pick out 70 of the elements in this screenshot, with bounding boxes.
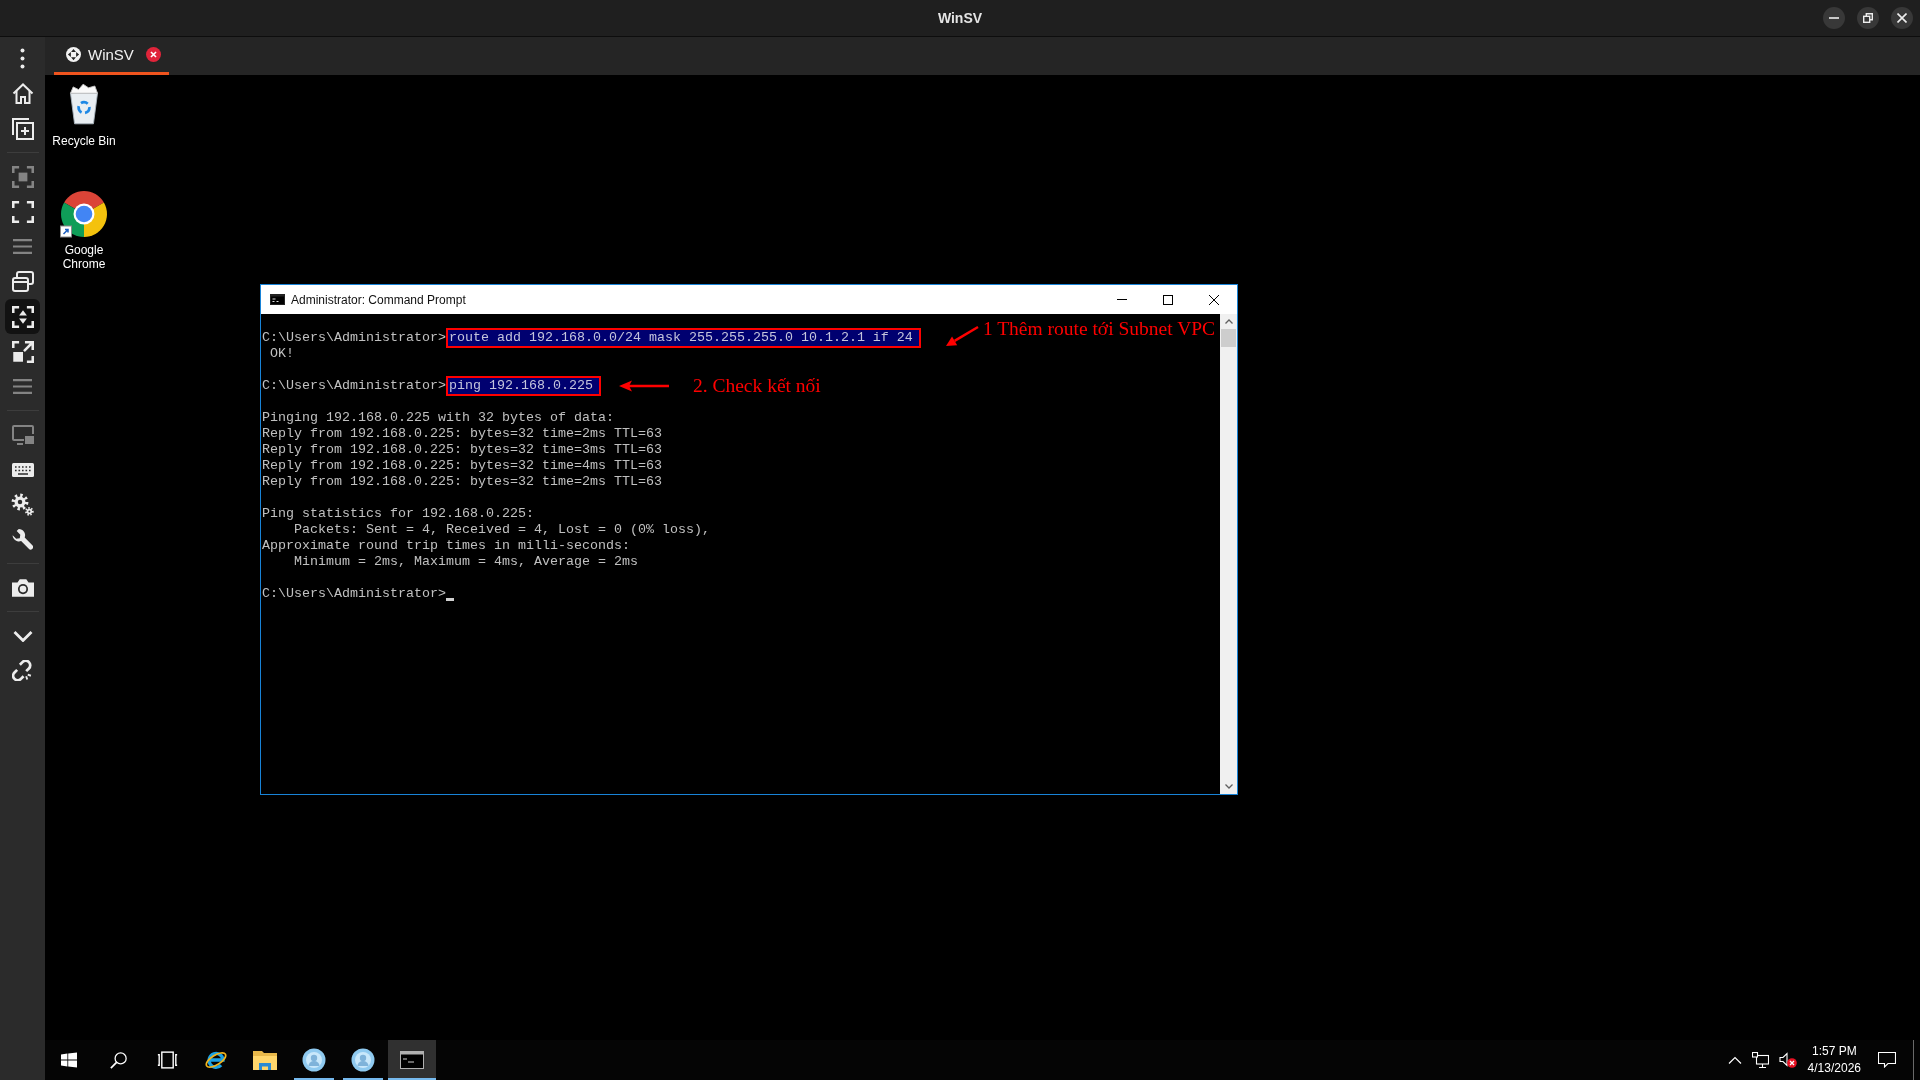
display-icon xyxy=(11,424,34,445)
console-text: Minimum = 2ms, Maximum = 4ms, Average = 2ms xyxy=(293,554,638,570)
notification-icon[interactable] xyxy=(1878,1052,1896,1068)
prompt-text: C:\Users\Administrator> xyxy=(262,586,446,602)
console-text: Reply from 192.168.0.225: bytes=32 time=2ms TTL=63 xyxy=(262,426,662,442)
vertical-scrollbar[interactable] xyxy=(1220,314,1237,794)
round-app-icon xyxy=(351,1048,375,1072)
expand-icon xyxy=(11,340,34,363)
taskbar-app-button[interactable] xyxy=(388,1040,436,1080)
fit-screen-icon xyxy=(11,305,34,328)
network-icon[interactable] xyxy=(1751,1052,1769,1068)
minimize-icon xyxy=(1117,299,1127,300)
keyboard-icon xyxy=(11,462,34,477)
console-text: OK! xyxy=(269,346,294,362)
speaker-muted-icon[interactable] xyxy=(1778,1052,1797,1068)
console-text: Approximate round trip times in milli-seconds: xyxy=(262,538,630,554)
stacked-windows-icon xyxy=(11,271,34,292)
annotation-text: 2. Check kết nối xyxy=(692,375,821,397)
broken-link-icon xyxy=(12,660,33,681)
more-icon xyxy=(20,48,25,69)
terminal-icon xyxy=(400,1051,424,1069)
annotation-text: 1 Thêm route tới Subnet VPC xyxy=(982,318,1216,340)
wrench-icon xyxy=(12,529,33,550)
console-text: Reply from 192.168.0.225: bytes=32 time=2ms TTL=63 xyxy=(262,474,662,490)
minimize-icon xyxy=(1829,17,1839,19)
chevron-down-icon xyxy=(12,629,33,642)
close-icon xyxy=(1897,13,1907,23)
browser-icon xyxy=(60,190,108,238)
command-text: route add 192.168.0.0/24 mask 255.255.255.0 10.1.2.1 if 24 xyxy=(445,328,921,348)
prompt-text: C:\Users\Administrator> xyxy=(262,378,446,394)
arrow-icon xyxy=(944,324,979,348)
focus-frame-icon xyxy=(11,165,34,188)
console-text: Packets: Sent = 4, Received = 4, Lost = 0 (0% loss), xyxy=(293,522,710,538)
minimize-button[interactable] xyxy=(1823,7,1845,29)
close-button[interactable] xyxy=(1891,7,1913,29)
lines-icon xyxy=(13,379,32,394)
fullscreen-icon xyxy=(11,200,34,223)
window-title: Administrator: Command Prompt xyxy=(291,292,467,307)
sidebar-button[interactable] xyxy=(5,299,40,334)
command-text: ping 192.168.0.225 xyxy=(445,376,601,396)
console-text: Pinging 192.168.0.225 with 32 bytes of data: xyxy=(262,410,614,426)
console-text: Reply from 192.168.0.225: bytes=32 time=3ms TTL=63 xyxy=(262,442,662,458)
maximize-icon xyxy=(1163,294,1173,305)
arrow-icon xyxy=(618,380,669,392)
round-app-icon xyxy=(302,1048,326,1072)
four-panes-icon xyxy=(61,1052,77,1068)
task-view-icon xyxy=(156,1051,178,1069)
desktop-shortcut[interactable]: Google Chrome xyxy=(46,190,122,271)
add-window-icon xyxy=(11,117,34,140)
chevron-down-icon[interactable] xyxy=(1224,784,1233,789)
restore-button[interactable] xyxy=(1857,7,1879,29)
prompt-text: C:\Users\Administrator> xyxy=(262,330,446,346)
camera-icon xyxy=(11,578,34,597)
search-icon xyxy=(109,1051,127,1069)
clock-date[interactable]: 4/13/2026 xyxy=(1807,1060,1861,1077)
window-title: WinSV xyxy=(937,10,983,26)
scroll-thumb[interactable] xyxy=(1221,329,1236,347)
desktop-shortcut[interactable]: Recycle Bin xyxy=(46,83,122,148)
lines-icon xyxy=(13,239,32,254)
close-icon[interactable] xyxy=(145,47,161,62)
close-icon xyxy=(1209,294,1219,305)
clock-time[interactable]: 1:57 PM xyxy=(1811,1043,1857,1060)
folder-icon xyxy=(253,1050,277,1070)
terminal-icon xyxy=(270,294,285,305)
console-text: Ping statistics for 192.168.0.225: xyxy=(262,506,534,522)
console-text: Reply from 192.168.0.225: bytes=32 time=4ms TTL=63 xyxy=(262,458,662,474)
restore-icon xyxy=(1863,13,1873,23)
settings-icon xyxy=(11,493,34,516)
dpad-icon xyxy=(66,47,81,62)
home-icon xyxy=(11,83,34,104)
